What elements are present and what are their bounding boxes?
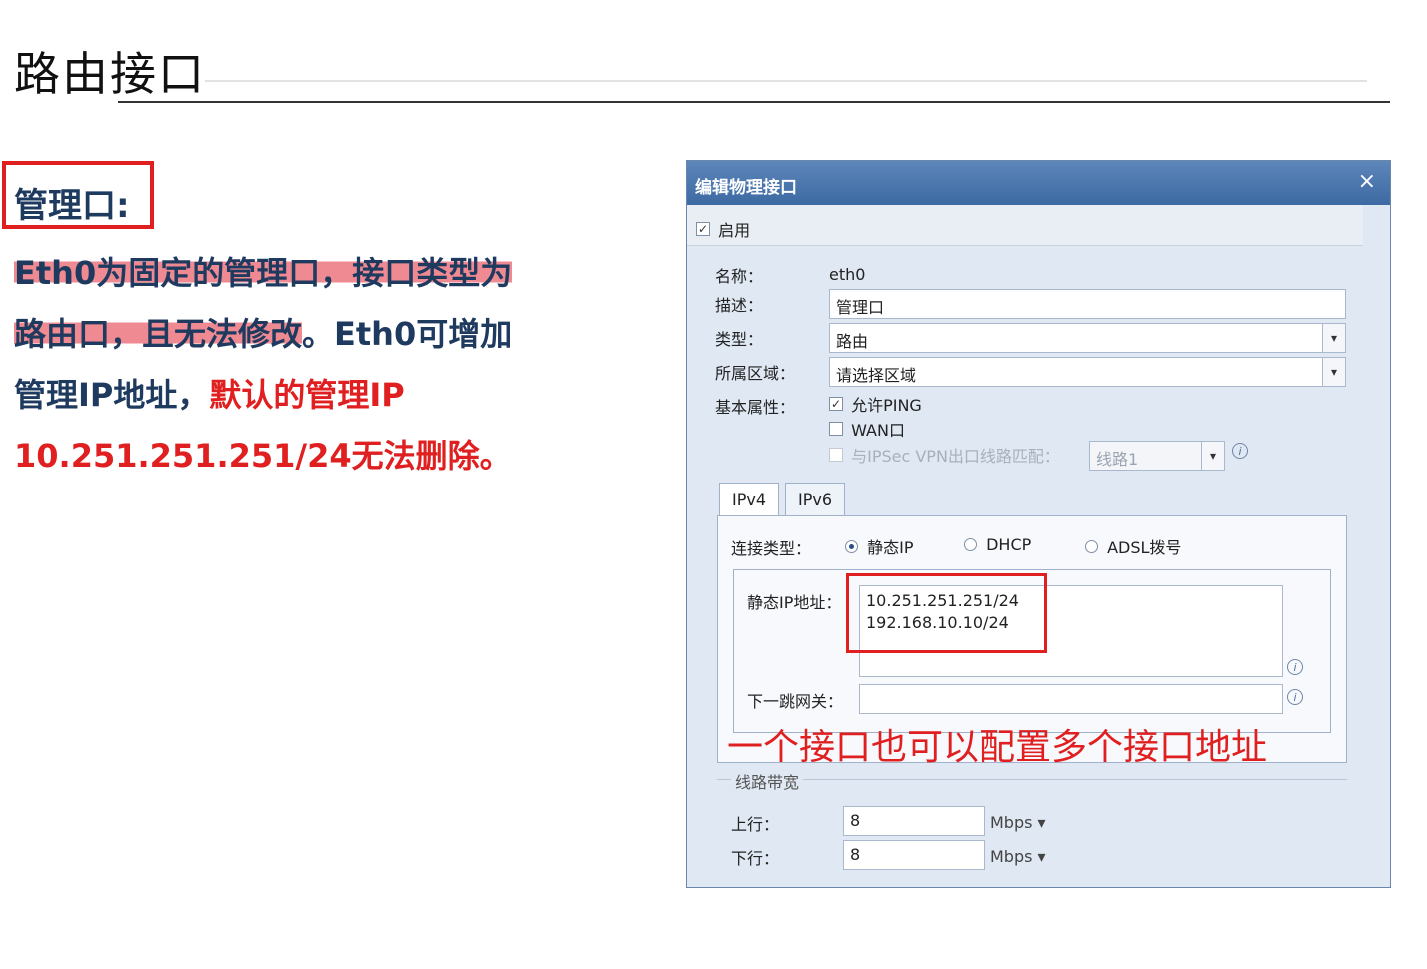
ipsec-label: 与IPSec VPN出口线路匹配：	[851, 447, 1060, 466]
wan-checkbox[interactable]: WAN口	[829, 417, 905, 441]
downlink-input[interactable]: 8	[843, 840, 985, 870]
downlink-label: 下行：	[731, 849, 780, 868]
line-select[interactable]: 线路1 ▾	[1089, 441, 1225, 471]
radio-static-label: 静态IP	[867, 538, 914, 557]
enable-checkbox[interactable]: ✓ 启用	[696, 217, 750, 241]
attr-label: 基本属性：	[715, 398, 796, 417]
title-divider-dark	[118, 101, 1390, 103]
tab-ipv6[interactable]: IPv6	[785, 483, 846, 515]
uplink-label: 上行：	[731, 815, 780, 834]
name-value: eth0	[829, 265, 866, 284]
dialog-toolbar: ✓ 启用	[687, 205, 1363, 246]
dialog-titlebar[interactable]: 编辑物理接口 ×	[687, 161, 1390, 205]
edit-interface-dialog: 编辑物理接口 × ✓ 启用 名称： eth0 描述： 管理口 类型： 路由 ▾ …	[686, 160, 1391, 888]
zone-select-value: 请选择区域	[836, 366, 917, 385]
allow-ping-label: 允许PING	[851, 396, 922, 415]
desc-line-3-a: 管理IP地址，	[14, 376, 210, 414]
close-icon[interactable]: ×	[1358, 169, 1376, 194]
desc-line-4: 10.251.251.251/24无法删除。	[14, 431, 512, 477]
uplink-input[interactable]: 8	[843, 806, 985, 836]
type-select[interactable]: 路由 ▾	[829, 323, 1346, 353]
desc-label: 描述：	[715, 296, 764, 315]
enable-label: 启用	[718, 221, 751, 240]
radio-off-icon[interactable]	[1085, 539, 1098, 553]
desc-line-1: Eth0为固定的管理口，接口类型为	[14, 248, 513, 294]
name-label: 名称：	[715, 267, 764, 286]
zone-select[interactable]: 请选择区域 ▾	[829, 357, 1346, 387]
chevron-down-icon[interactable]: ▾	[1322, 324, 1345, 352]
annotation-text: 一个接口也可以配置多个接口地址	[727, 727, 1268, 768]
title-divider-light	[205, 80, 1367, 82]
type-select-value: 路由	[836, 332, 869, 351]
bandwidth-legend: 线路带宽	[731, 769, 804, 793]
radio-adsl-label: ADSL拨号	[1107, 538, 1182, 557]
radio-off-icon[interactable]	[964, 538, 977, 551]
allow-ping-check-icon[interactable]: ✓	[829, 397, 843, 411]
chevron-down-icon[interactable]: ▾	[1322, 358, 1345, 386]
gateway-input[interactable]	[859, 684, 1283, 714]
desc-line-1-text: Eth0为固定的管理口，接口类型为	[14, 254, 513, 292]
ipsec-checkbox[interactable]: 与IPSec VPN出口线路匹配：	[829, 443, 1060, 467]
desc-line-3: 管理IP地址，默认的管理IP	[14, 370, 405, 416]
ipsec-check-icon[interactable]	[829, 448, 843, 462]
uplink-unit-select[interactable]: Mbps ▾	[990, 813, 1046, 832]
radio-dhcp-label: DHCP	[986, 535, 1032, 554]
gateway-label: 下一跳网关：	[747, 692, 844, 711]
static-ip-label: 静态IP地址：	[747, 593, 842, 612]
info-icon[interactable]: i	[1287, 689, 1303, 705]
zone-label: 所属区域：	[715, 364, 796, 383]
downlink-unit-select[interactable]: Mbps ▾	[990, 847, 1046, 866]
desc-input-value: 管理口	[836, 298, 885, 317]
bandwidth-group	[717, 779, 1347, 887]
desc-line-2-highlight: 路由口，且无法修改	[14, 315, 303, 353]
radio-static-ip[interactable]: 静态IP	[845, 534, 913, 558]
wan-label: WAN口	[851, 421, 905, 440]
radio-adsl[interactable]: ADSL拨号	[1085, 534, 1181, 558]
info-icon[interactable]: i	[1232, 443, 1248, 459]
type-label: 类型：	[715, 330, 764, 349]
desc-line-2: 路由口，且无法修改。Eth0可增加	[14, 309, 512, 355]
line-select-value: 线路1	[1096, 450, 1139, 469]
desc-line-3-b: 默认的管理IP	[209, 376, 405, 414]
downlink-value: 8	[850, 845, 861, 864]
desc-line-2-rest: 。Eth0可增加	[302, 315, 513, 353]
conn-type-label: 连接类型：	[731, 539, 812, 558]
radio-dhcp[interactable]: DHCP	[964, 534, 1031, 554]
radio-on-icon[interactable]	[845, 539, 858, 553]
enable-check-icon[interactable]: ✓	[696, 222, 710, 236]
ip-highlight-box	[846, 573, 1047, 653]
info-icon[interactable]: i	[1287, 659, 1303, 675]
desc-line-4-text: 10.251.251.251/24无法删除。	[14, 437, 512, 475]
chevron-down-icon[interactable]: ▾	[1201, 442, 1224, 470]
wan-check-icon[interactable]	[829, 422, 843, 436]
slide-title: 路由接口	[14, 47, 206, 101]
tab-ipv4[interactable]: IPv4	[719, 483, 780, 517]
desc-input[interactable]: 管理口	[829, 289, 1346, 319]
uplink-value: 8	[850, 811, 861, 830]
dialog-title: 编辑物理接口	[695, 178, 797, 198]
allow-ping-checkbox[interactable]: ✓ 允许PING	[829, 392, 922, 416]
mgmt-label: 管理口:	[14, 186, 130, 226]
